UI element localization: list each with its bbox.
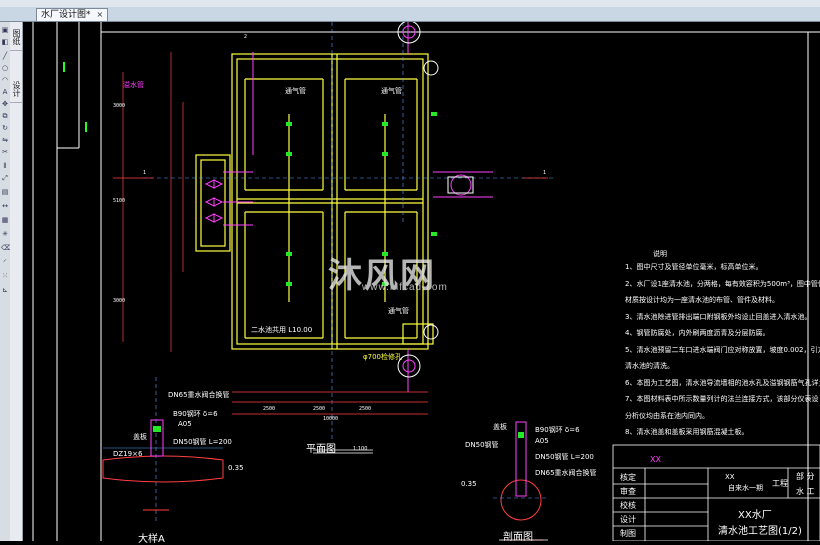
tb-company: XX — [725, 473, 735, 481]
move-tool-icon[interactable]: ✥ — [1, 100, 9, 108]
tab-label: 水厂设计图* — [41, 10, 91, 20]
tb-row-design: 设计 — [620, 515, 636, 524]
svg-text:1: 1 — [543, 170, 546, 176]
label-flange-2: B90钢环 δ=6 — [535, 426, 580, 434]
tb-row-draw: 制图 — [620, 529, 636, 538]
dimension-texts: 3000 5100 3000 2500 2500 2500 10000 1 1 … — [113, 34, 546, 422]
title-underlines — [313, 449, 548, 541]
svg-text:10000: 10000 — [323, 416, 338, 422]
label-a05-2: A05 — [535, 437, 549, 445]
label-overflow: 溢水管 — [123, 81, 144, 89]
note-item: 8、清水池盖和盖板采用钢筋混凝土板。 — [625, 428, 749, 436]
offset-tool-icon[interactable]: ⫴ — [1, 162, 9, 170]
note-item: 3、清水池除进管排出端口附钢板外均设止回盖进入清水池。 — [625, 312, 812, 321]
note-item: 4、钢管防腐处，内外刷两度沥青及分层防腐。 — [625, 329, 770, 337]
note-item: 7、本图材料表中所示数量列计的法兰连接方式，该部分仪表设 — [625, 395, 819, 403]
array-tool-icon[interactable]: ⁙ — [1, 272, 9, 280]
note-item: 2、水厂设1座清水池，分两格，每有效容积为500m³，图中管件 — [625, 279, 820, 288]
svg-text:2500: 2500 — [313, 406, 325, 412]
tb-right-1: 部 分 — [796, 472, 815, 481]
tb-drawing-name-1: XX水厂 — [738, 510, 772, 521]
block-tool-icon[interactable]: ▦ — [1, 216, 9, 224]
rotate-tool-icon[interactable]: ↻ — [1, 124, 9, 132]
plan-scale: 1:100 — [353, 446, 368, 452]
note-item: 1、图中尺寸及管径单位毫米，标高单位米。 — [625, 263, 763, 271]
tb-right-2: 水 工 — [796, 487, 815, 496]
axis-lines — [143, 22, 553, 442]
notes-list: 1、图中尺寸及管径单位毫米，标高单位米。 2、水厂设1座清水池，分两格，每有效容… — [625, 259, 820, 441]
label-valve-note-2: DN65重水阀合换管 — [535, 469, 597, 477]
explode-tool-icon[interactable]: ✳ — [1, 230, 9, 238]
tb-company-2: 自来水一期 — [728, 484, 763, 492]
label-valve-note-1: DN65重水阀合换管 — [168, 391, 230, 399]
note-item: 清水池的清洗。 — [625, 362, 674, 370]
side-tab-design[interactable]: 设计 — [10, 76, 22, 103]
svg-text:2500: 2500 — [263, 406, 275, 412]
label-a05-1: A05 — [178, 420, 192, 428]
select-tool-icon[interactable]: ▣ — [1, 26, 9, 34]
svg-text:3000: 3000 — [113, 103, 125, 109]
label-pipe-2: DN50钢管 L=200 — [535, 453, 594, 461]
label-pipe-1: DN50钢管 L=200 — [173, 438, 232, 446]
tb-row-check: 校核 — [620, 501, 636, 510]
measure-tool-icon[interactable]: ⊾ — [1, 286, 9, 294]
svg-text:1: 1 — [143, 170, 146, 176]
fillet-tool-icon[interactable]: ◜ — [1, 258, 9, 266]
note-item: 5、清水池预留二车口进水端阀门应对称放置，坡度0.002，引方便 — [625, 345, 820, 354]
label-elev-1: 0.35 — [228, 464, 244, 472]
dimension-tool-icon[interactable]: ↔ — [1, 202, 9, 210]
pipes — [223, 22, 493, 392]
document-tab-bar: 水厂设计图* × — [0, 7, 820, 22]
svg-text:2500: 2500 — [359, 406, 371, 412]
label-cover: 盖板 — [133, 433, 147, 441]
svg-text:5100: 5100 — [113, 198, 125, 204]
trim-tool-icon[interactable]: ✂ — [1, 148, 9, 156]
label-twin-pool: 二水池共用 L10.00 — [251, 326, 313, 334]
note-item: 分析仪均由系在池内同内。 — [625, 411, 709, 420]
watermark-url: www.mfcad.com — [362, 282, 448, 293]
label-elev-2: 0.35 — [461, 480, 477, 488]
tb-project: 工程 — [772, 479, 788, 488]
line-tool-icon[interactable]: ╱ — [1, 52, 9, 60]
text-tool-icon[interactable]: A — [1, 88, 9, 96]
close-icon[interactable]: × — [97, 10, 104, 19]
circle-tool-icon[interactable]: ○ — [1, 64, 9, 72]
label-vent-2: 通气管 — [381, 87, 402, 95]
copy-tool-icon[interactable]: ⧉ — [1, 112, 9, 120]
note-item: 材质按设计均为一座清水池的布管、管件及材料。 — [625, 296, 779, 304]
layer-tool-icon[interactable]: ◧ — [1, 38, 9, 46]
plan-title: 平面图 — [306, 444, 336, 455]
scale-tool-icon[interactable]: ⤢ — [1, 174, 9, 182]
title-block-header: XX — [650, 455, 661, 464]
svg-text:3000: 3000 — [113, 298, 125, 304]
hatch-tool-icon[interactable]: ▤ — [1, 188, 9, 196]
label-vent-3: 通气管 — [388, 307, 409, 315]
dimension-lines — [113, 52, 548, 415]
label-vent-1: 通气管 — [285, 87, 306, 95]
label-manhole: φ700检修孔 — [363, 353, 402, 361]
label-cover-2: 盖板 — [493, 423, 507, 431]
detail-title: 大样A — [138, 534, 165, 545]
arc-tool-icon[interactable]: ◠ — [1, 76, 9, 84]
frame-green-marks — [63, 62, 87, 132]
label-section-pipe: DN50钢管 — [465, 441, 499, 449]
mirror-tool-icon[interactable]: ⇋ — [1, 136, 9, 144]
side-panel-tabs: 图纸 设计 — [10, 22, 23, 541]
label-flange-1: B90钢环 δ=6 — [173, 410, 218, 418]
label-dn: DZ19×6 — [113, 450, 143, 458]
tb-drawing-name-2: 清水池工艺图(1/2) — [718, 526, 802, 537]
svg-text:2: 2 — [244, 34, 247, 40]
watermark: 沐风网 www.mfcad.com — [328, 248, 447, 297]
tb-row-approve: 核定 — [620, 473, 636, 482]
erase-tool-icon[interactable]: ⌫ — [1, 244, 11, 252]
tab-water-plant-design[interactable]: 水厂设计图* × — [36, 8, 109, 21]
note-item: 6、本图为工艺图，清水池导流墙相的池水孔及溢钢钢筋气孔详土建图。 — [625, 378, 820, 387]
tb-row-review: 审查 — [620, 487, 636, 496]
side-tab-drawings[interactable]: 图纸 — [10, 24, 22, 51]
